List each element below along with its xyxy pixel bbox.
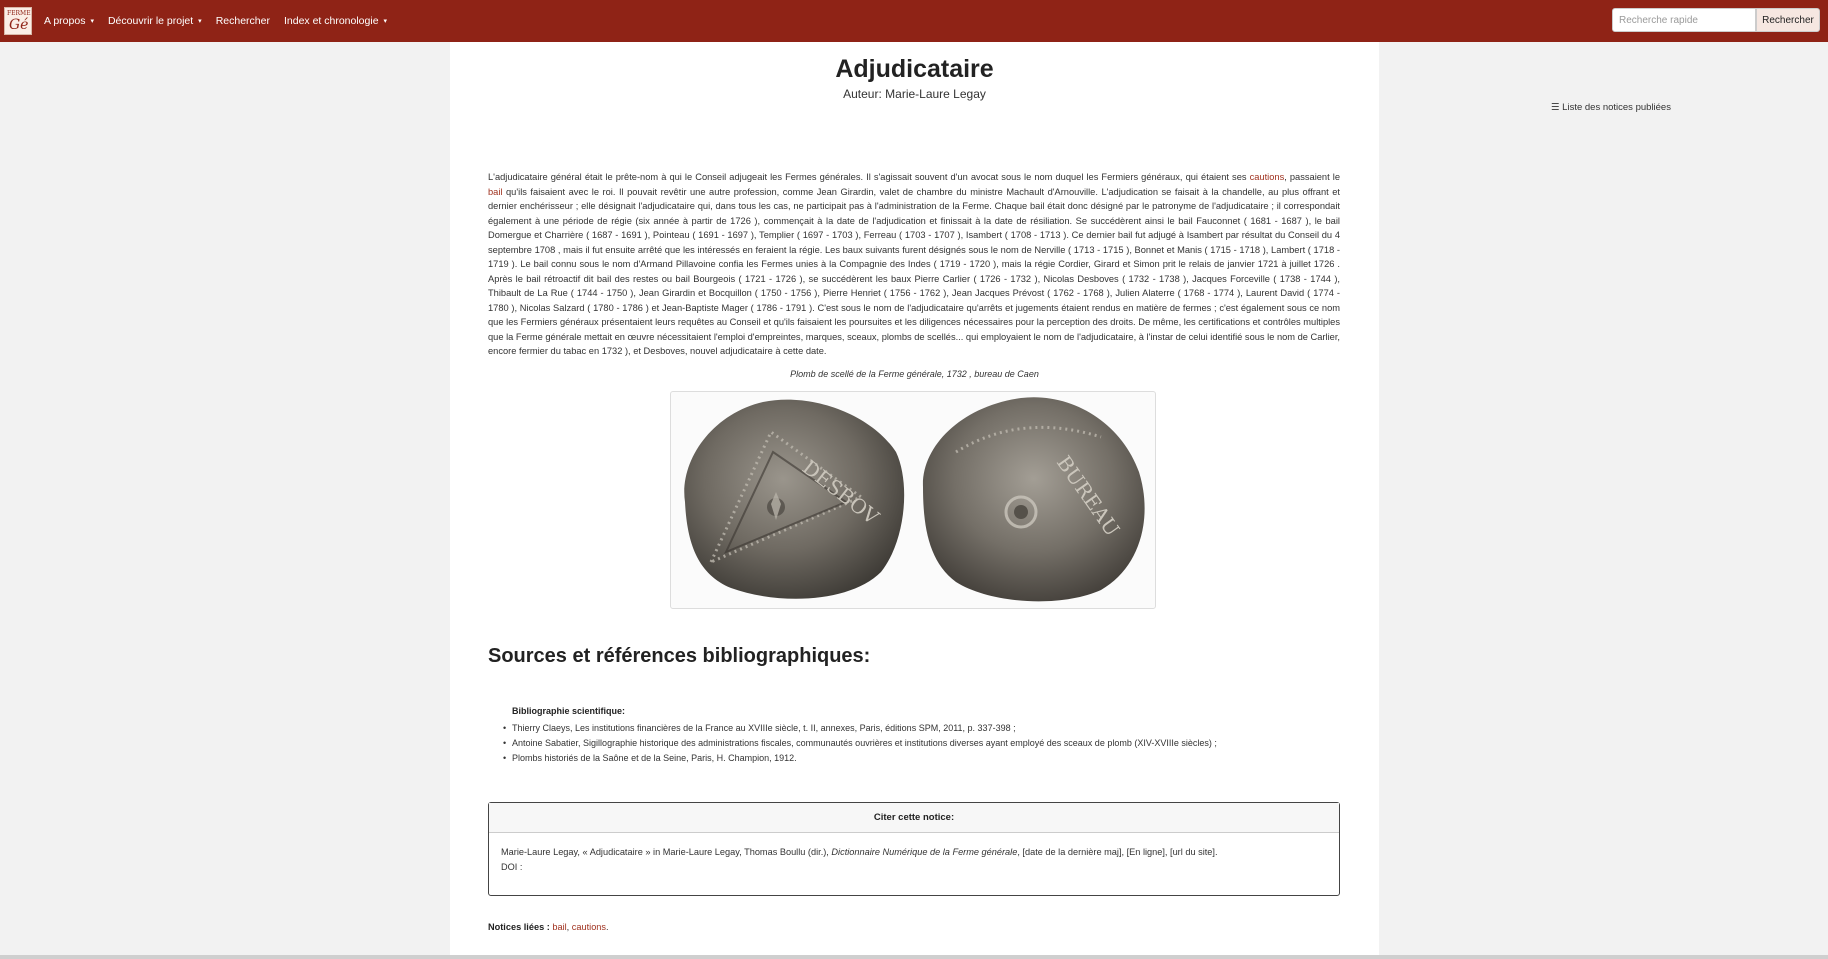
chevron-down-icon: ▾ [90, 18, 94, 25]
related-end: . [606, 922, 609, 932]
bibliography-subheading: Bibliographie scientifique: [512, 706, 626, 716]
link-bail[interactable]: bail [488, 187, 502, 197]
nav-decouvrir[interactable]: Découvrir le projet ▾ [108, 15, 202, 27]
citation-doi: DOI : [501, 862, 523, 872]
list-item: Plombs historiés de la Saône et de la Se… [503, 751, 1312, 766]
related-link-bail[interactable]: bail [552, 922, 566, 932]
published-notices-label: Liste des notices publiées [1562, 102, 1671, 113]
body-text-3: qu'ils faisaient avec le roi. Il pouvait… [488, 186, 1340, 357]
related-link-cautions[interactable]: cautions [572, 922, 606, 932]
citation-text-1: Marie-Laure Legay, « Adjudicataire » in … [501, 847, 832, 857]
author-line: Auteur: Marie-Laure Legay [843, 87, 986, 101]
article-body: L'adjudicataire général était le prête-n… [488, 170, 1340, 359]
chevron-down-icon: ▾ [383, 18, 388, 25]
citation-text-2: , [date de la dernière maj], [En ligne],… [1017, 847, 1218, 857]
site-logo[interactable]: FERME Gé [4, 7, 32, 35]
nav-rechercher[interactable]: Rechercher [216, 15, 270, 27]
main-content: Adjudicataire Auteur: Marie-Laure Legay … [450, 42, 1379, 959]
sources-heading: Sources et références bibliographiques: [488, 645, 871, 667]
page-title: Adjudicataire [835, 55, 994, 83]
list-icon: ☰ [1551, 102, 1560, 113]
navbar: FERME Gé A propos ▾ Découvrir le projet … [0, 0, 1828, 42]
nav-decouvrir-label: Découvrir le projet [107, 15, 194, 27]
citation-body: Marie-Laure Legay, « Adjudicataire » in … [489, 833, 1339, 887]
list-item: Antoine Sabatier, Sigillographie histori… [503, 736, 1312, 751]
body-text-1: L'adjudicataire général était le prête-n… [488, 172, 1250, 182]
lead-seal-illustration: DESBOV BUREAU [684, 397, 1145, 602]
list-item: Thierry Claeys, Les institutions financi… [503, 721, 1312, 736]
citation-text-italic: Dictionnaire Numérique de la Ferme génér… [831, 847, 1018, 857]
logo-main-text: Gé [9, 17, 29, 33]
logo-top-text: FERME [7, 10, 31, 17]
citation-heading: Citer cette notice: [489, 803, 1339, 833]
nav-rechercher-label: Rechercher [215, 15, 270, 27]
chevron-down-icon: ▾ [198, 18, 202, 25]
nav-a-propos-label: A propos [44, 15, 86, 27]
related-notices: Notices liées : bail, cautions. [488, 922, 609, 932]
published-notices-link[interactable]: ☰ Liste des notices publiées [1551, 102, 1671, 113]
link-cautions[interactable]: cautions [1250, 172, 1285, 182]
seal-image: DESBOV BUREAU [670, 391, 1156, 609]
nav-index[interactable]: Index et chronologie ▾ [284, 15, 387, 27]
image-caption: Plomb de scellé de la Ferme générale, 17… [790, 369, 1039, 379]
quick-search-input[interactable] [1612, 8, 1756, 32]
body-text-2: , passaient le [1284, 172, 1340, 182]
horizontal-scrollbar[interactable] [0, 955, 1828, 959]
nav-index-label: Index et chronologie [283, 15, 379, 27]
search-button[interactable]: Rechercher [1756, 8, 1820, 32]
citation-box: Citer cette notice: Marie-Laure Legay, «… [488, 802, 1340, 896]
bibliography-list: Thierry Claeys, Les institutions financi… [503, 721, 1312, 766]
nav-a-propos[interactable]: A propos ▾ [44, 15, 94, 27]
related-label: Notices liées : [488, 922, 550, 932]
